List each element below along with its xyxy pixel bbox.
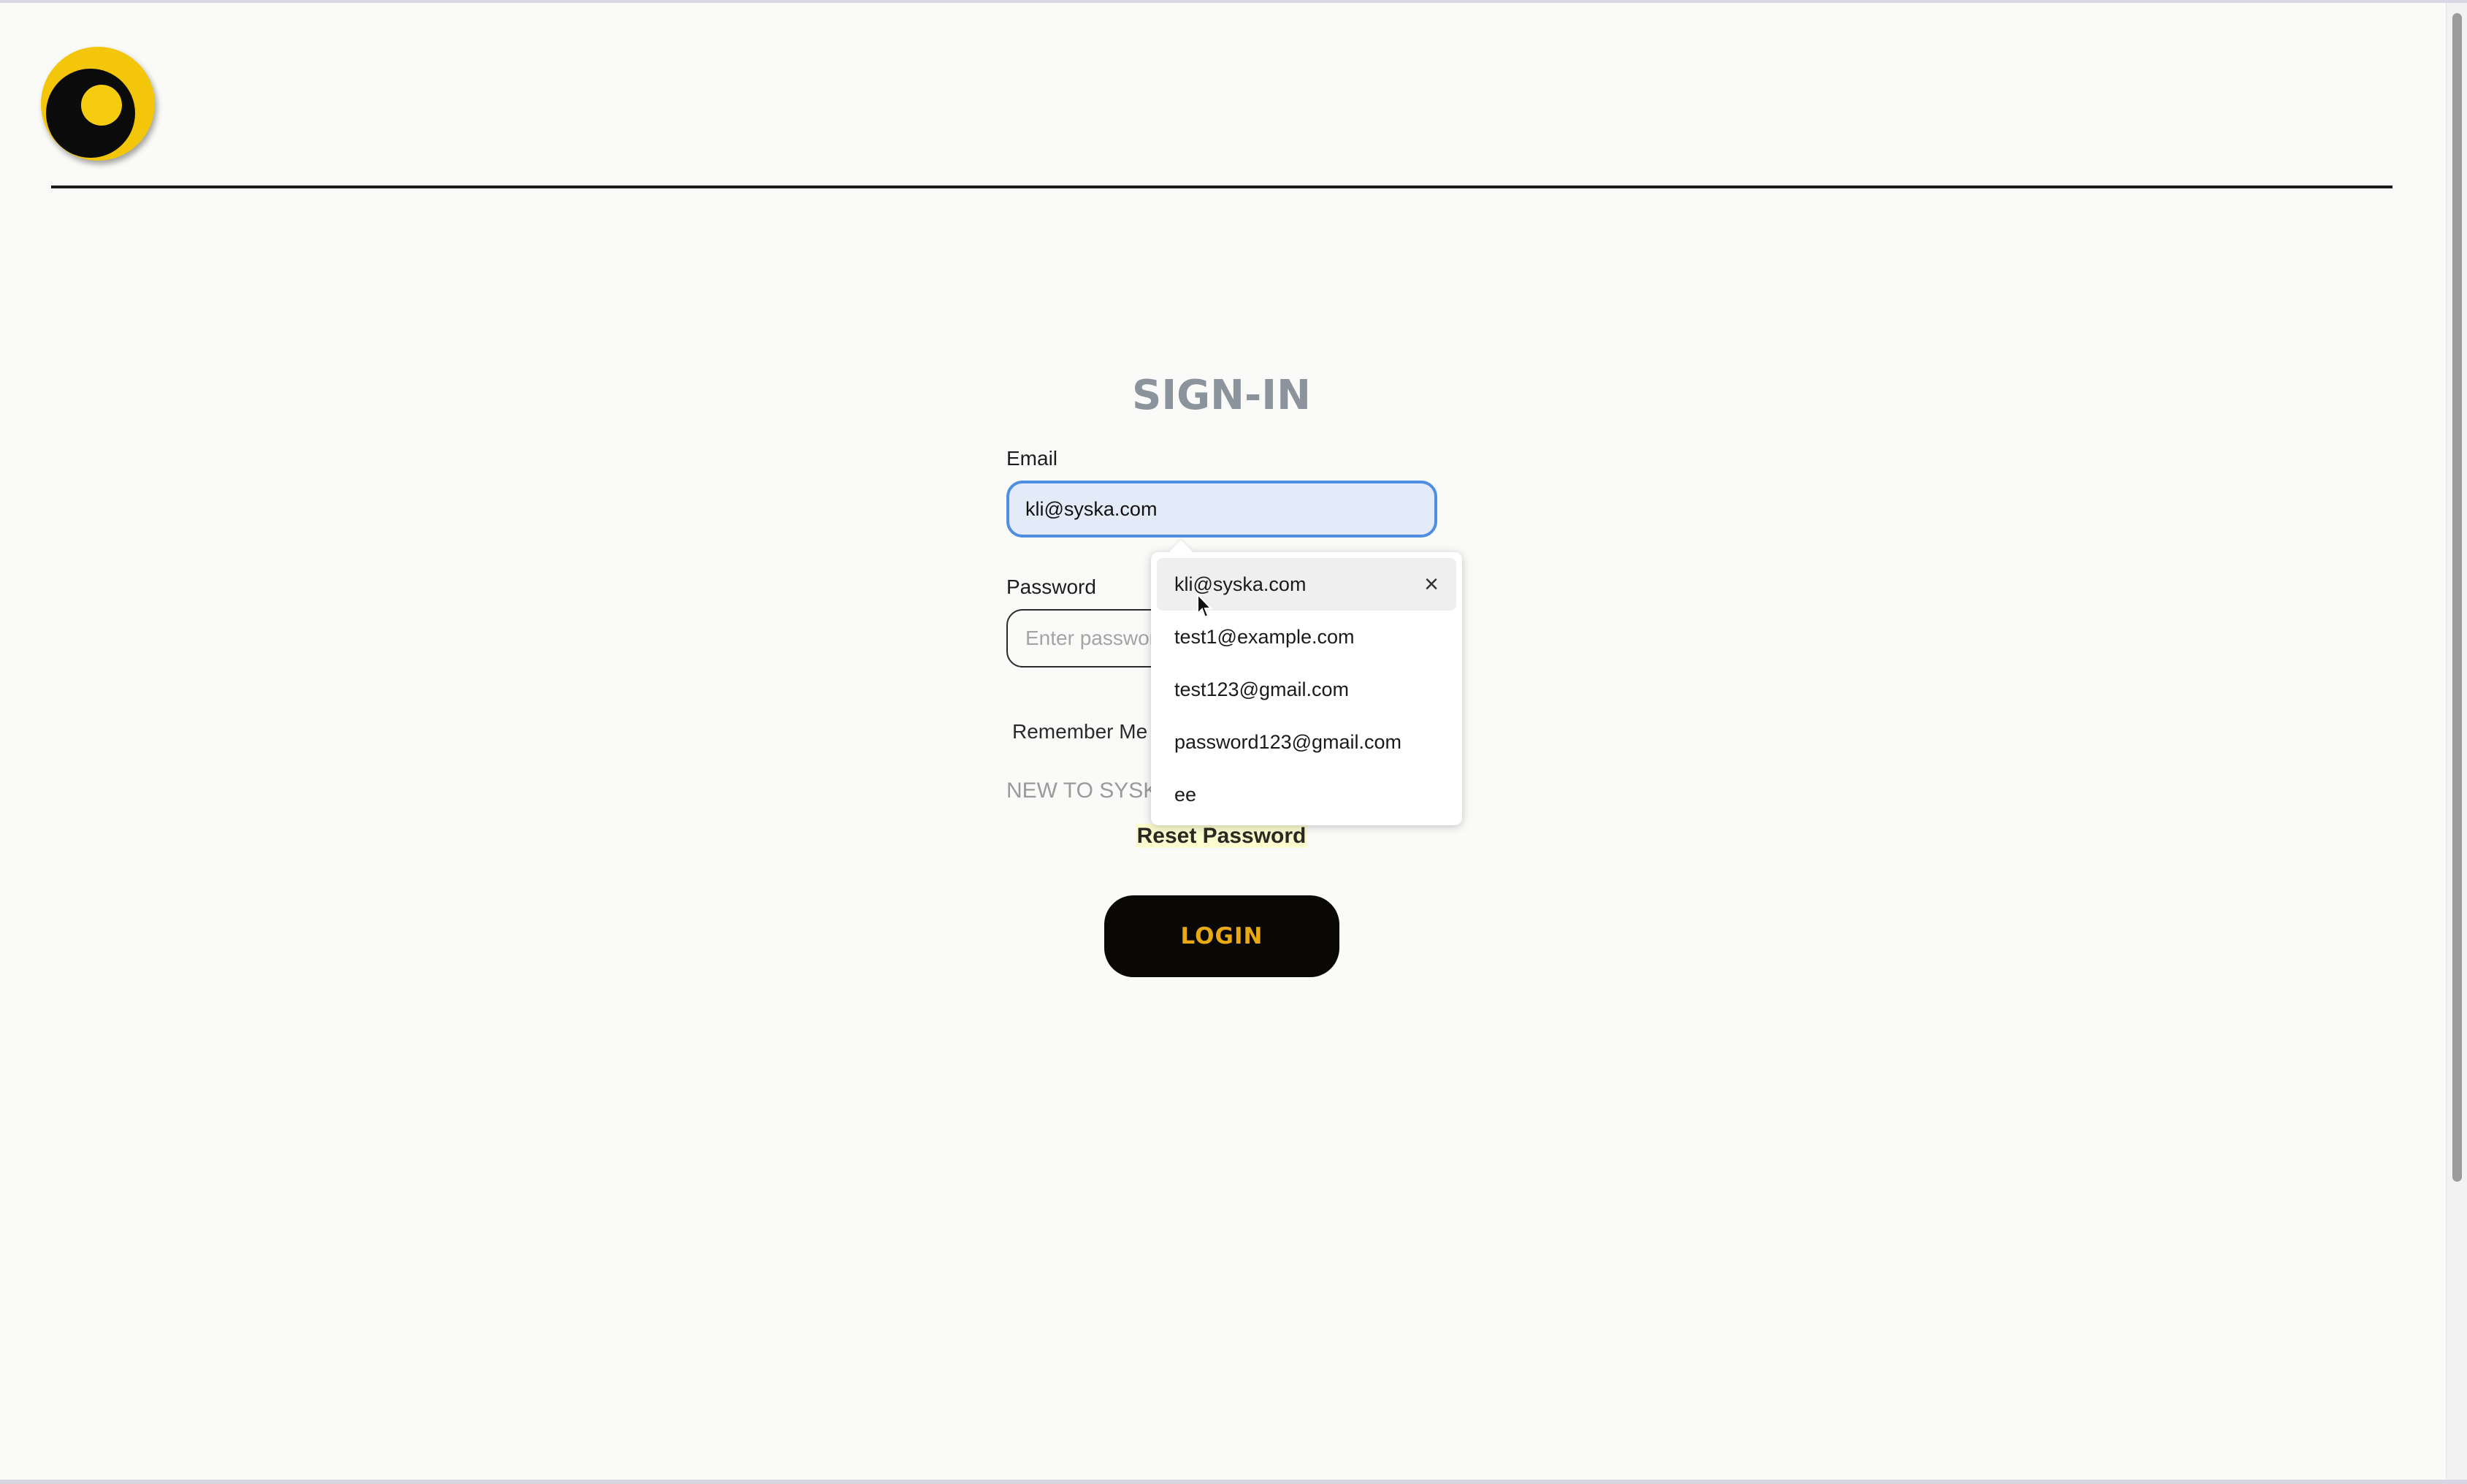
close-icon[interactable]: ×: [1418, 570, 1445, 598]
window-bottom-edge: [0, 1480, 2467, 1484]
login-button[interactable]: LOGIN: [1104, 895, 1339, 977]
reset-password-link[interactable]: Reset Password: [1135, 824, 1308, 848]
scrollbar-thumb[interactable]: [2452, 13, 2462, 1182]
page: SIGN-IN Email Password Remember Me NEW T…: [0, 0, 2467, 1484]
autocomplete-item[interactable]: password123@gmail.com: [1157, 716, 1456, 768]
page-title: SIGN-IN: [1132, 372, 1311, 419]
mouse-pointer-icon: [1197, 593, 1213, 619]
scrollbar[interactable]: [2446, 3, 2467, 1483]
logo-icon[interactable]: [41, 47, 155, 161]
email-field[interactable]: [1006, 481, 1437, 538]
autocomplete-item-text: test123@gmail.com: [1174, 678, 1350, 700]
autocomplete-item-text: test1@example.com: [1174, 625, 1355, 648]
autocomplete-item-text: password123@gmail.com: [1174, 730, 1402, 753]
autocomplete-item-text: ee: [1174, 783, 1197, 806]
autocomplete-item[interactable]: test123@gmail.com: [1157, 663, 1456, 716]
logo-dot: [81, 85, 122, 126]
header-divider: [51, 186, 2393, 188]
reset-password-wrapper: Reset Password: [1022, 824, 1420, 849]
autocomplete-item[interactable]: ee: [1157, 768, 1456, 821]
logo-inner: [46, 69, 135, 158]
email-label: Email: [1006, 447, 1058, 470]
password-label: Password: [1006, 575, 1096, 598]
remember-me-label[interactable]: Remember Me: [1012, 720, 1147, 743]
autocomplete-item-text: kli@syska.com: [1174, 573, 1307, 595]
